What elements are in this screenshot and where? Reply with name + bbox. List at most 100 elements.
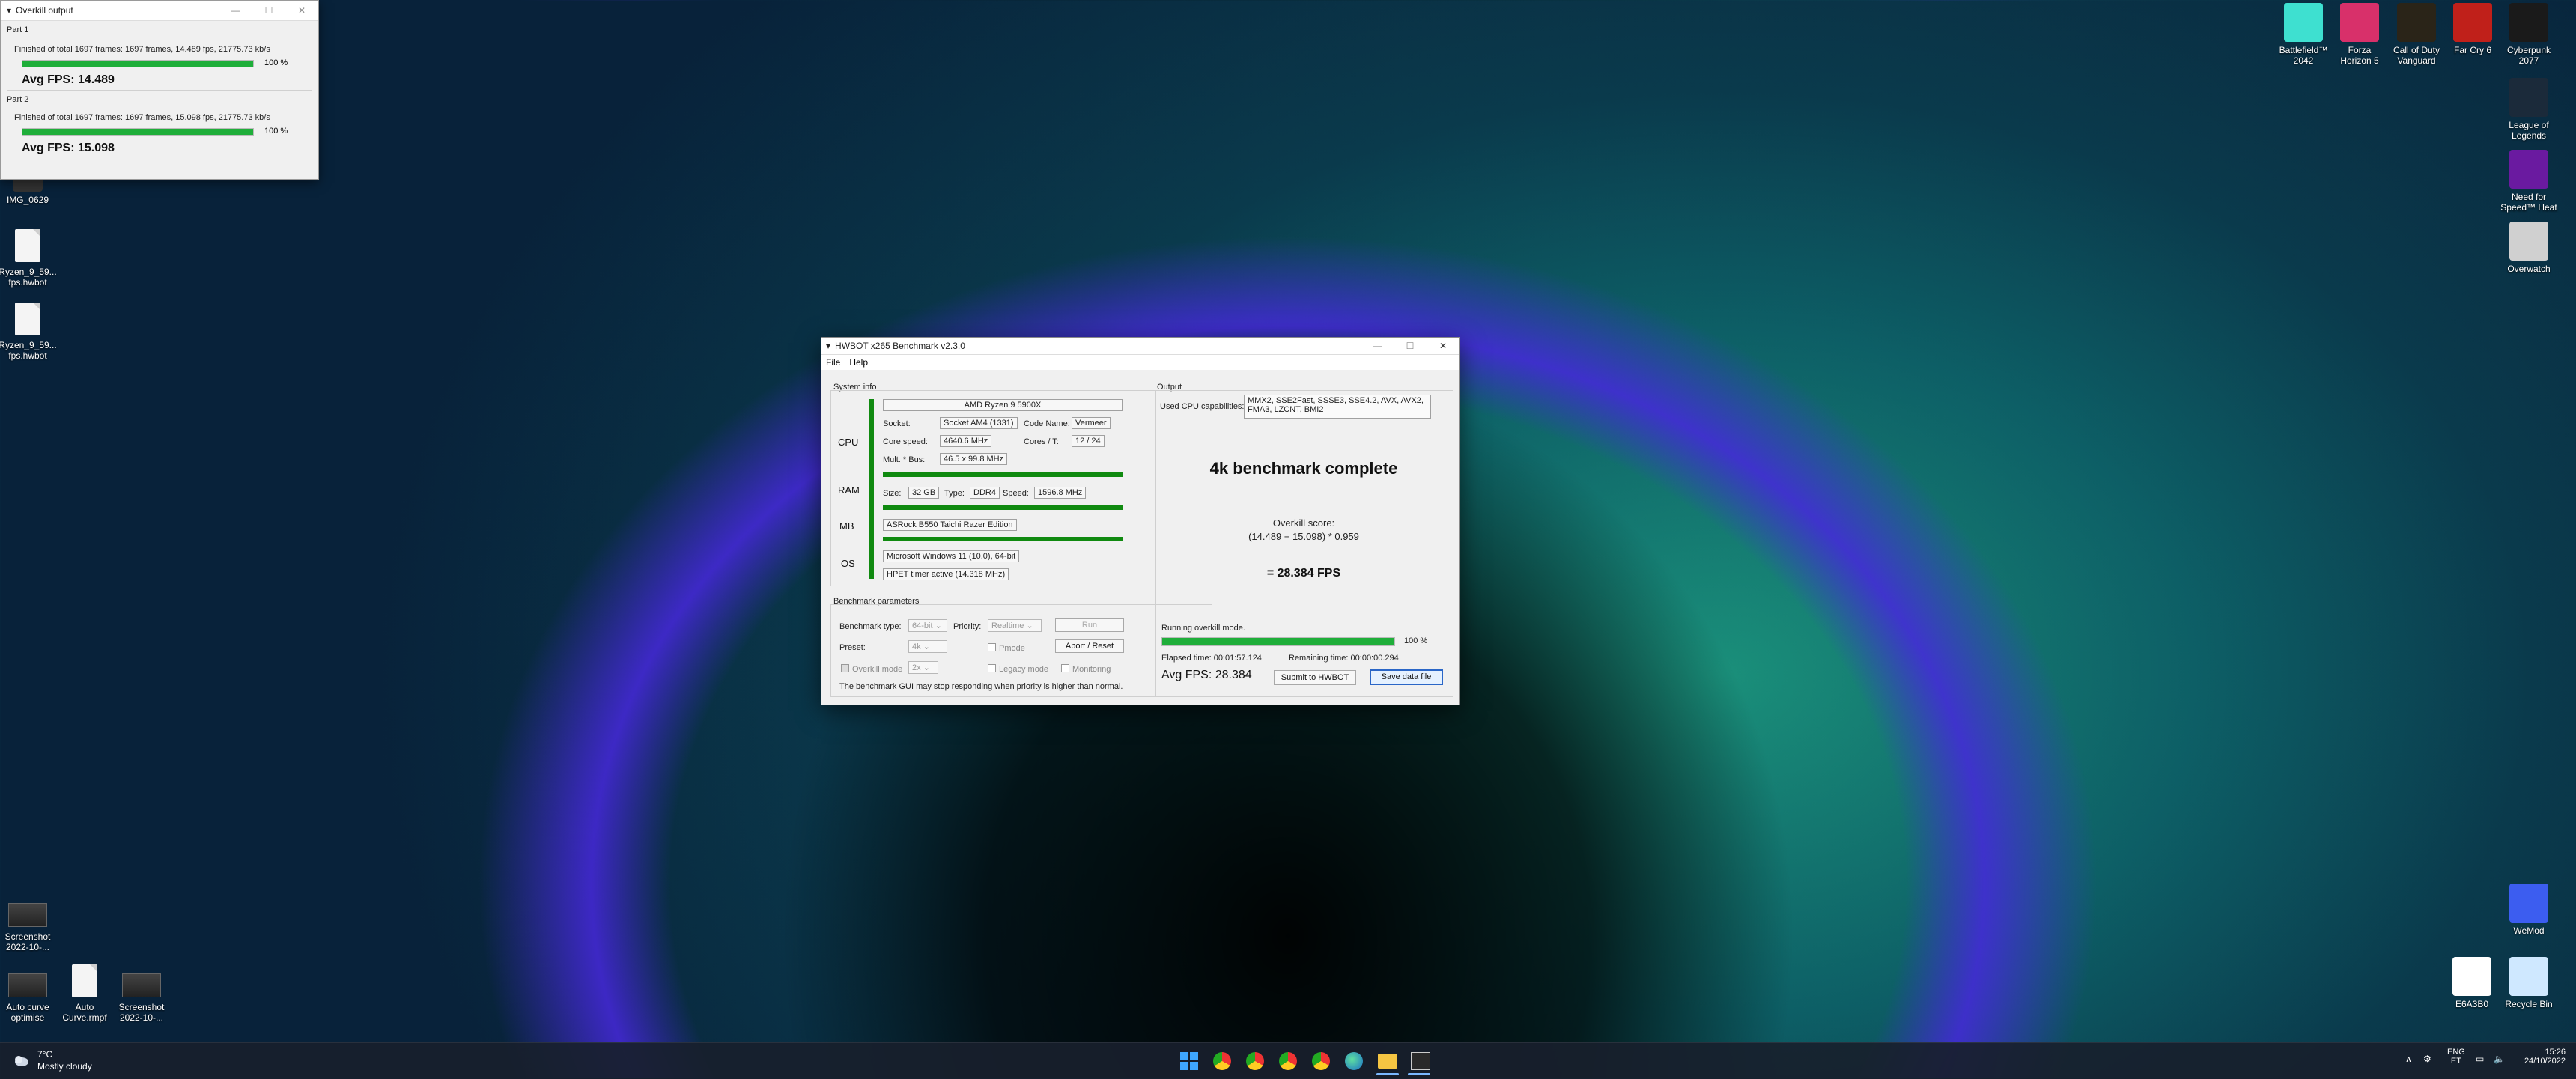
desktop-icon-e6a3b0[interactable]: E6A3B0 [2440,957,2504,1009]
monitor-icon[interactable]: ▭ [2476,1054,2484,1064]
desktop-icon-label: Call of Duty Vanguard [2393,45,2440,66]
desktop-icon-label: Auto curve optimise [6,1002,49,1023]
minimize-icon[interactable]: — [1361,341,1394,351]
minimize-icon[interactable]: — [219,5,252,16]
cpu-label: CPU [838,437,859,448]
hwbot-benchmark-window[interactable]: ▾ HWBOT x265 Benchmark v2.3.0 — ☐ ✕ File… [821,337,1460,705]
overkill-multiplier-select[interactable]: 2x ⌄ [908,661,938,674]
close-icon[interactable]: ✕ [285,5,318,16]
cpu-capabilities-label: Used CPU capabilities: [1160,402,1245,411]
menu-file[interactable]: File [821,357,845,368]
maximize-icon[interactable]: ☐ [1394,341,1427,351]
size-label: Size: [883,489,902,498]
divider [7,90,312,91]
chrome-icon[interactable] [1279,1052,1297,1070]
title-bar[interactable]: ▾ Overkill output — ☐ ✕ [1,1,318,21]
submit-to-hwbot-button[interactable]: Submit to HWBOT [1274,670,1356,685]
legacy-mode-checkbox[interactable]: Legacy mode [988,664,1048,674]
desktop-icon-label: Far Cry 6 [2453,45,2491,55]
cpu-name: AMD Ryzen 9 5900X [883,399,1123,411]
desktop-icon-hwbot-1[interactable]: Ryzen_9_59... fps.hwbot [0,226,60,288]
desktop-icon-screenshot-1[interactable]: Screenshot 2022-10-... [0,896,60,952]
system-info-accent-bar [869,399,874,579]
desktop-icon-call-of-duty[interactable]: Call of Duty Vanguard [2384,3,2449,66]
progress-label: 100 % [264,58,288,67]
save-data-file-button[interactable]: Save data file [1370,669,1443,685]
part-label: Part 1 [7,25,29,34]
close-icon[interactable]: ✕ [1427,341,1459,351]
corespeed-label: Core speed: [883,437,928,446]
language-indicator[interactable]: ENG ET [2447,1048,2465,1066]
desktop-icon-far-cry-6[interactable]: Far Cry 6 [2440,3,2505,55]
desktop-icon-label: IMG_0629 [6,195,49,205]
app-icon: ▾ [826,341,831,351]
desktop-icon-auto-curve[interactable]: Auto curve optimise [0,966,60,1023]
priority-select[interactable]: Realtime ⌄ [988,619,1042,632]
abort-reset-button[interactable]: Abort / Reset [1055,639,1124,653]
edge-icon[interactable] [1345,1052,1363,1070]
part-status: Finished of total 1697 frames: 1697 fram… [14,45,270,54]
desktop-icon-league-of[interactable]: League of Legends [2497,78,2561,141]
corespeed-value: 4640.6 MHz [940,435,992,447]
part-1: Part 1 Finished of total 1697 frames: 16… [1,25,318,87]
desktop-icon-wemod[interactable]: WeMod [2497,884,2561,936]
desktop-icon-hwbot-2[interactable]: Ryzen_9_59... fps.hwbot [0,300,60,361]
settings-tray-icon[interactable]: ⚙ [2423,1054,2431,1064]
window-title: HWBOT x265 Benchmark v2.3.0 [835,341,965,351]
run-button[interactable]: Run [1055,618,1124,632]
preset-select[interactable]: 4k ⌄ [908,640,947,653]
desktop-icon-cyberpunk[interactable]: Cyberpunk 2077 [2497,3,2561,66]
desktop-icon-screenshot-2[interactable]: Screenshot 2022-10-... [109,966,174,1023]
desktop-icon-battlefield-[interactable]: Battlefield™ 2042 [2271,3,2336,66]
document-icon [15,303,40,335]
app-icon [2509,78,2548,117]
benchmark-type-select[interactable]: 64-bit ⌄ [908,619,947,632]
app-icon [2509,3,2548,42]
desktop-icon-need-for[interactable]: Need for Speed™ Heat [2497,150,2561,213]
chrome-icon[interactable] [1312,1052,1330,1070]
menu-help[interactable]: Help [845,357,872,368]
window-title: Overkill output [16,5,73,16]
monitoring-checkbox[interactable]: Monitoring [1061,664,1111,674]
pmode-checkbox[interactable]: Pmode [988,643,1025,653]
start-icon[interactable] [1180,1052,1198,1070]
remaining-time: Remaining time: 00:00:00.294 [1289,654,1399,663]
clock[interactable]: 15:26 24/10/2022 [2521,1048,2566,1066]
active-app-indicator [1376,1073,1399,1075]
chevron-up-icon[interactable]: ∧ [2405,1054,2412,1064]
speed-value: 1596.8 MHz [1034,487,1087,499]
type-label: Type: [944,489,965,498]
mult-value: 46.5 x 99.8 MHz [940,453,1008,465]
desktop-icon-overwatch[interactable]: Overwatch [2497,222,2561,274]
overkill-score-result: = 28.384 FPS [1266,567,1341,580]
app-icon: ▾ [7,5,12,16]
app-icon [2340,3,2379,42]
clock-time: 15:26 [2545,1048,2566,1057]
os-label: OS [841,558,855,569]
overkill-output-window[interactable]: ▾ Overkill output — ☐ ✕ Part 1 Finished … [0,0,319,180]
timer-value: HPET timer active (14.318 MHz) [883,568,1009,580]
desktop-icon-label: League of Legends [2509,120,2549,141]
desktop-icon-auto-curve-rmpf[interactable]: Auto Curve.rmpf [52,961,117,1023]
chrome-icon[interactable] [1246,1052,1264,1070]
type-value: DDR4 [970,487,1000,499]
hwbot-taskbar-icon[interactable] [1411,1052,1430,1070]
chrome-icon[interactable] [1213,1052,1231,1070]
desktop-icon-recycle-bin[interactable]: Recycle Bin [2497,957,2561,1009]
mult-label: Mult. * Bus: [883,455,926,464]
taskbar: 7°C Mostly cloudy ∧ ⚙ ENG ET ▭ 🔈 15:26 24… [0,1042,2576,1079]
title-bar[interactable]: ▾ HWBOT x265 Benchmark v2.3.0 — ☐ ✕ [821,338,1459,355]
weather-desc[interactable]: Mostly cloudy [37,1061,92,1072]
desktop-icon-label: Need for Speed™ Heat [2500,192,2557,213]
maximize-icon[interactable]: ☐ [252,5,285,16]
desktop-icon-forza[interactable]: Forza Horizon 5 [2327,3,2392,66]
app-icon [2509,150,2548,189]
file-explorer-icon[interactable] [1378,1054,1397,1069]
desktop-icon-label: Ryzen_9_59... fps.hwbot [0,267,57,288]
overkill-mode-checkbox[interactable]: Overkill mode [841,664,902,674]
volume-icon[interactable]: 🔈 [2494,1054,2505,1064]
weather-temp[interactable]: 7°C [37,1049,52,1060]
motherboard-value: ASRock B550 Taichi Razer Edition [883,519,1017,531]
overall-progress-label: 100 % [1404,636,1428,645]
cores-label: Cores / T: [1024,437,1059,446]
